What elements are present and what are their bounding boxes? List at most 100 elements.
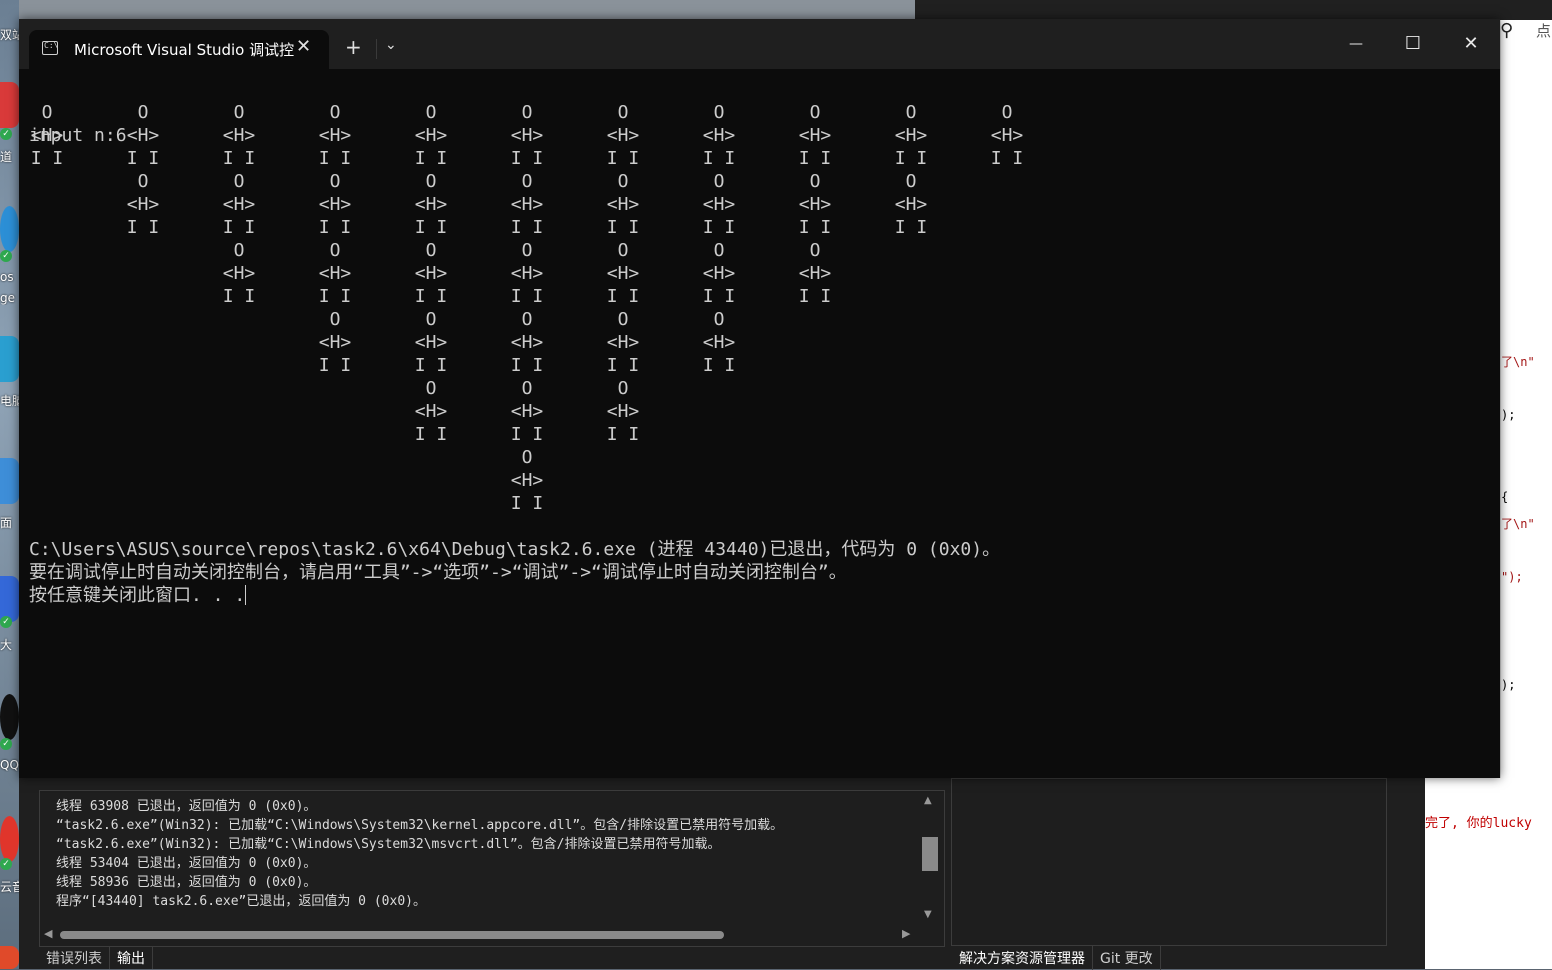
scroll-left-icon[interactable]: ◀: [44, 927, 52, 940]
robot-head: O: [329, 171, 341, 192]
desktop-label: os: [0, 270, 14, 284]
solution-tabs: 解决方案资源管理器 Git 更改: [952, 946, 1161, 970]
robot-body: <H>: [798, 125, 832, 146]
robot-head: O: [809, 240, 821, 261]
robot-legs: I I: [606, 424, 640, 445]
editor-snippet: {: [1501, 490, 1509, 504]
robot-head: O: [713, 102, 725, 123]
robot-legs: I I: [222, 286, 256, 307]
robot-legs: I I: [30, 148, 64, 169]
robot-legs: I I: [990, 148, 1024, 169]
scroll-down-icon[interactable]: ▼: [924, 909, 932, 920]
search-glyph: 点: [1536, 22, 1552, 40]
scroll-thumb[interactable]: [60, 931, 724, 939]
robot-body: <H>: [414, 332, 448, 353]
robot-head: O: [233, 171, 245, 192]
output-horizontal-scrollbar[interactable]: ◀ ▶: [40, 927, 918, 943]
robot-head: O: [521, 240, 533, 261]
robot-legs: I I: [510, 217, 544, 238]
close-tab-icon[interactable]: ✕: [296, 36, 311, 57]
editor-snippet: );: [1501, 678, 1516, 692]
robot-body: <H>: [126, 194, 160, 215]
terminal-window[interactable]: C:\ Microsoft Visual Studio 调试控 ✕ + ⌄ — …: [19, 19, 1500, 778]
maximize-button[interactable]: ☐: [1393, 29, 1433, 59]
tab-git-changes[interactable]: Git 更改: [1093, 946, 1161, 970]
robot-body: <H>: [990, 125, 1024, 146]
output-line: 线程 58936 已退出，返回值为 0 (0x0)。: [56, 875, 317, 890]
robot-body: <H>: [510, 125, 544, 146]
dropdown-icon[interactable]: ⌄: [385, 37, 397, 53]
new-tab-button[interactable]: +: [345, 37, 362, 57]
robot-body: <H>: [318, 332, 352, 353]
terminal-tab[interactable]: C:\ Microsoft Visual Studio 调试控 ✕: [29, 30, 329, 69]
robot-legs: I I: [894, 148, 928, 169]
robot-head: O: [41, 102, 53, 123]
robot-head: O: [809, 102, 821, 123]
robot-body: <H>: [702, 194, 736, 215]
robot-body: <H>: [30, 125, 64, 146]
desktop-label: 双站: [0, 28, 19, 42]
search-icon[interactable]: ⚲: [1500, 20, 1513, 41]
robot-legs: I I: [606, 217, 640, 238]
robot-body: <H>: [606, 401, 640, 422]
desktop-label: 道: [0, 150, 13, 164]
robot-body: <H>: [606, 194, 640, 215]
scroll-right-icon[interactable]: ▶: [902, 927, 910, 940]
check-icon: ✓: [0, 616, 12, 628]
app-icon-edge[interactable]: [0, 206, 19, 252]
output-line: “task2.6.exe”(Win32): 已加载“C:\Windows\Sys…: [56, 818, 784, 833]
robot-body: <H>: [318, 194, 352, 215]
app-icon-youdao[interactable]: [0, 82, 19, 128]
robot-head: O: [329, 240, 341, 261]
app-icon-baidu[interactable]: [0, 576, 19, 622]
robot-body: <H>: [222, 125, 256, 146]
robot-body: <H>: [414, 194, 448, 215]
app-icon-netease-music[interactable]: [0, 816, 19, 862]
robot-body: <H>: [318, 125, 352, 146]
app-icon-app[interactable]: [0, 946, 19, 969]
robot-legs: I I: [702, 217, 736, 238]
robot-legs: I I: [126, 148, 160, 169]
check-icon: ✓: [0, 858, 12, 870]
robot-head: O: [617, 171, 629, 192]
robot-head: O: [809, 171, 821, 192]
press-key-line: 按任意键关闭此窗口. . .: [29, 585, 246, 606]
robot-head: O: [905, 102, 917, 123]
app-icon-desktop[interactable]: [0, 458, 19, 504]
tab-solution-explorer[interactable]: 解决方案资源管理器: [952, 946, 1093, 970]
scroll-up-icon[interactable]: ▲: [924, 795, 932, 806]
desktop-label: 大: [0, 638, 13, 652]
robot-head: O: [617, 102, 629, 123]
robot-legs: I I: [414, 217, 448, 238]
robot-legs: I I: [510, 424, 544, 445]
close-button[interactable]: ✕: [1451, 29, 1491, 59]
robot-head: O: [617, 378, 629, 399]
robot-body: <H>: [894, 194, 928, 215]
robot-legs: I I: [318, 217, 352, 238]
output-bottom-tabs: 错误列表 输出: [39, 946, 153, 969]
editor-snippet: 完了, 你的lucky: [1425, 816, 1532, 831]
desktop-label: 面: [0, 516, 13, 530]
robot-body: <H>: [414, 401, 448, 422]
output-line: 程序“[43440] task2.6.exe”已退出，返回值为 0 (0x0)。: [56, 894, 426, 909]
robot-body: <H>: [414, 263, 448, 284]
robot-body: <H>: [510, 194, 544, 215]
robot-head: O: [713, 309, 725, 330]
robot-body: <H>: [702, 263, 736, 284]
robot-legs: I I: [606, 148, 640, 169]
robot-head: O: [617, 240, 629, 261]
terminal-titlebar[interactable]: C:\ Microsoft Visual Studio 调试控 ✕ + ⌄ — …: [19, 19, 1500, 69]
robot-legs: I I: [510, 286, 544, 307]
app-icon-qq[interactable]: [0, 694, 19, 740]
robot-body: <H>: [414, 125, 448, 146]
output-vertical-scrollbar[interactable]: ▲ ▼: [918, 791, 942, 923]
desktop-label: 电脑: [0, 394, 19, 408]
robot-body: <H>: [510, 401, 544, 422]
scroll-thumb[interactable]: [922, 837, 938, 871]
minimize-button[interactable]: —: [1336, 29, 1376, 59]
robot-body: <H>: [510, 332, 544, 353]
app-icon-computer[interactable]: [0, 336, 19, 382]
output-line: 线程 53404 已退出，返回值为 0 (0x0)。: [56, 856, 317, 871]
tab-output[interactable]: 输出: [110, 946, 153, 969]
tab-error-list[interactable]: 错误列表: [39, 946, 110, 969]
